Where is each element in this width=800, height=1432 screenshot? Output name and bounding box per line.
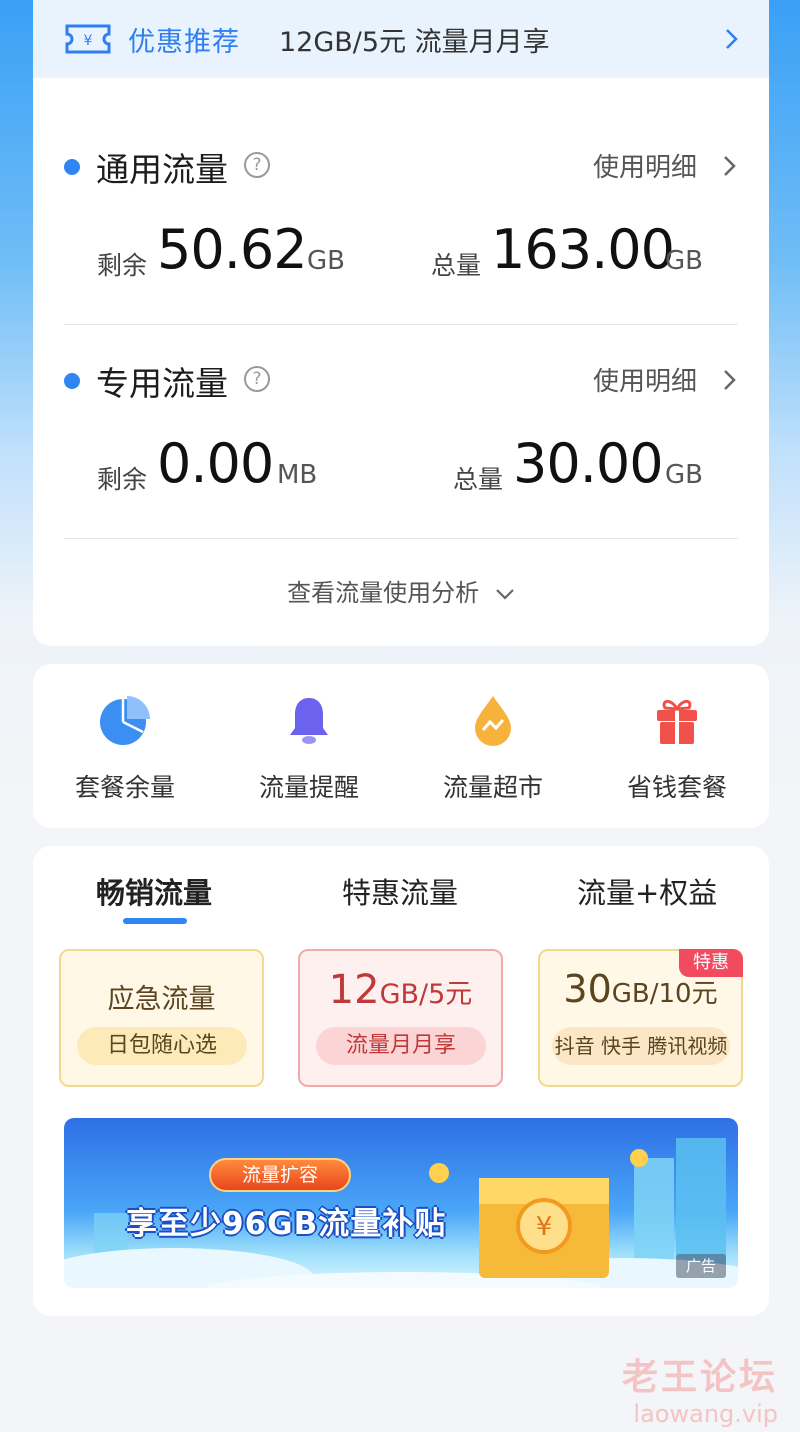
- svg-text:¥: ¥: [536, 1212, 553, 1242]
- help-icon[interactable]: ?: [244, 366, 270, 392]
- dedicated-traffic-header: 专用流量 ? 使用明细: [33, 355, 769, 405]
- svg-text:¥: ¥: [84, 33, 93, 49]
- drop-icon: [475, 696, 511, 746]
- general-traffic-title: 通用流量: [96, 150, 228, 189]
- general-traffic-header: 通用流量 ? 使用明细: [33, 141, 769, 191]
- offer-price: 30GB/10元: [540, 967, 741, 1011]
- shortcut-package-balance[interactable]: 套餐余量: [33, 692, 217, 804]
- offer-subtitle: 抖音 快手 腾讯视频: [552, 1027, 730, 1065]
- total-label: 总量: [453, 465, 504, 494]
- offer-price-num: 12: [328, 967, 380, 1013]
- usage-analysis-link[interactable]: 查看流量使用分析: [33, 573, 769, 608]
- ticket-icon: ¥: [65, 24, 111, 54]
- offer-title: 应急流量: [107, 984, 216, 1015]
- offer-emergency-traffic[interactable]: 应急流量 日包随心选: [59, 949, 264, 1087]
- offer-price-rest: GB/10元: [611, 979, 718, 1009]
- dedicated-usage-detail-link[interactable]: 使用明细: [593, 361, 697, 398]
- shortcut-label: 省钱套餐: [626, 773, 727, 802]
- divider: [64, 538, 738, 539]
- general-total-value: 163.00: [491, 218, 675, 281]
- general-total-unit: GB: [665, 246, 703, 276]
- total-label: 总量: [431, 251, 482, 280]
- offer-subtitle: 日包随心选: [77, 1027, 247, 1065]
- promo-bar[interactable]: ¥ 优惠推荐 12GB/5元 流量月月享: [33, 0, 769, 78]
- bullet-dot: [64, 159, 80, 175]
- shortcut-traffic-alert[interactable]: 流量提醒: [217, 692, 401, 804]
- general-usage-detail-link[interactable]: 使用明细: [593, 147, 697, 184]
- tab-traffic-plus-benefits[interactable]: 流量+权益: [577, 870, 717, 912]
- chevron-right-icon: [726, 29, 738, 49]
- banner-headline: 享至少96GB流量补贴: [126, 1206, 447, 1242]
- dedicated-traffic-title: 专用流量: [96, 364, 228, 403]
- chevron-right-icon[interactable]: [723, 369, 737, 391]
- chevron-right-icon[interactable]: [723, 155, 737, 177]
- dedicated-traffic-stats: 剩余 0.00 MB 总量 30.00 GB: [33, 432, 769, 502]
- watermark-sub: laowang.vip: [633, 1400, 778, 1428]
- dedicated-remain-value: 0.00: [157, 432, 274, 495]
- chevron-down-icon: [496, 589, 514, 600]
- promo-title: 优惠推荐: [128, 27, 240, 58]
- usage-analysis-label: 查看流量使用分析: [287, 579, 480, 607]
- offer-subtitle: 流量月月享: [316, 1027, 486, 1065]
- shortcut-label: 套餐余量: [74, 773, 175, 802]
- watermark: 老王论坛 laowang.vip: [622, 1348, 778, 1428]
- shortcut-traffic-market[interactable]: 流量超市: [401, 692, 585, 804]
- shortcut-label: 流量超市: [442, 773, 543, 802]
- offer-12gb[interactable]: 12GB/5元 流量月月享: [298, 949, 503, 1087]
- dedicated-remain-unit: MB: [277, 460, 318, 490]
- offer-30gb[interactable]: 特惠 30GB/10元 抖音 快手 腾讯视频: [538, 949, 743, 1087]
- promo-text: 12GB/5元 流量月月享: [279, 27, 550, 58]
- tab-indicator: [123, 918, 187, 924]
- tab-special[interactable]: 特惠流量: [342, 870, 458, 912]
- watermark-main: 老王论坛: [621, 1357, 778, 1398]
- bullet-dot: [64, 373, 80, 389]
- dedicated-total-unit: GB: [665, 460, 703, 490]
- bell-icon: [290, 698, 328, 744]
- offer-price: 12GB/5元: [300, 967, 501, 1013]
- traffic-card: ¥ 优惠推荐 12GB/5元 流量月月享 通用流量 ? 使用明细 剩余 50.6…: [33, 0, 769, 646]
- general-traffic-stats: 剩余 50.62 GB 总量 163.00 GB: [33, 218, 769, 288]
- tab-bestseller[interactable]: 畅销流量: [96, 870, 212, 912]
- dedicated-total-value: 30.00: [513, 432, 664, 495]
- help-icon[interactable]: ?: [244, 152, 270, 178]
- offer-price-rest: GB/5元: [379, 979, 473, 1010]
- banner-tag: 流量扩容: [209, 1158, 351, 1192]
- ad-label: 广告: [676, 1254, 726, 1278]
- shortcuts-card: 套餐余量 流量提醒 流量超市 省钱套餐: [33, 664, 769, 828]
- gift-icon: [657, 699, 697, 744]
- divider: [64, 324, 738, 325]
- general-remain-unit: GB: [307, 246, 345, 276]
- remain-label: 剩余: [97, 251, 148, 280]
- promo-banner[interactable]: ¥ 流量扩容 享至少96GB流量补贴 广告: [64, 1118, 738, 1288]
- shortcut-saving-plan[interactable]: 省钱套餐: [585, 692, 769, 804]
- offers-card: 畅销流量 特惠流量 流量+权益 应急流量 日包随心选 12GB/5元 流量月月享…: [33, 846, 769, 1316]
- shortcut-label: 流量提醒: [258, 773, 359, 802]
- pie-chart-icon: [100, 696, 150, 745]
- offer-price-num: 30: [563, 967, 612, 1011]
- general-remain-value: 50.62: [157, 218, 308, 281]
- remain-label: 剩余: [97, 465, 148, 494]
